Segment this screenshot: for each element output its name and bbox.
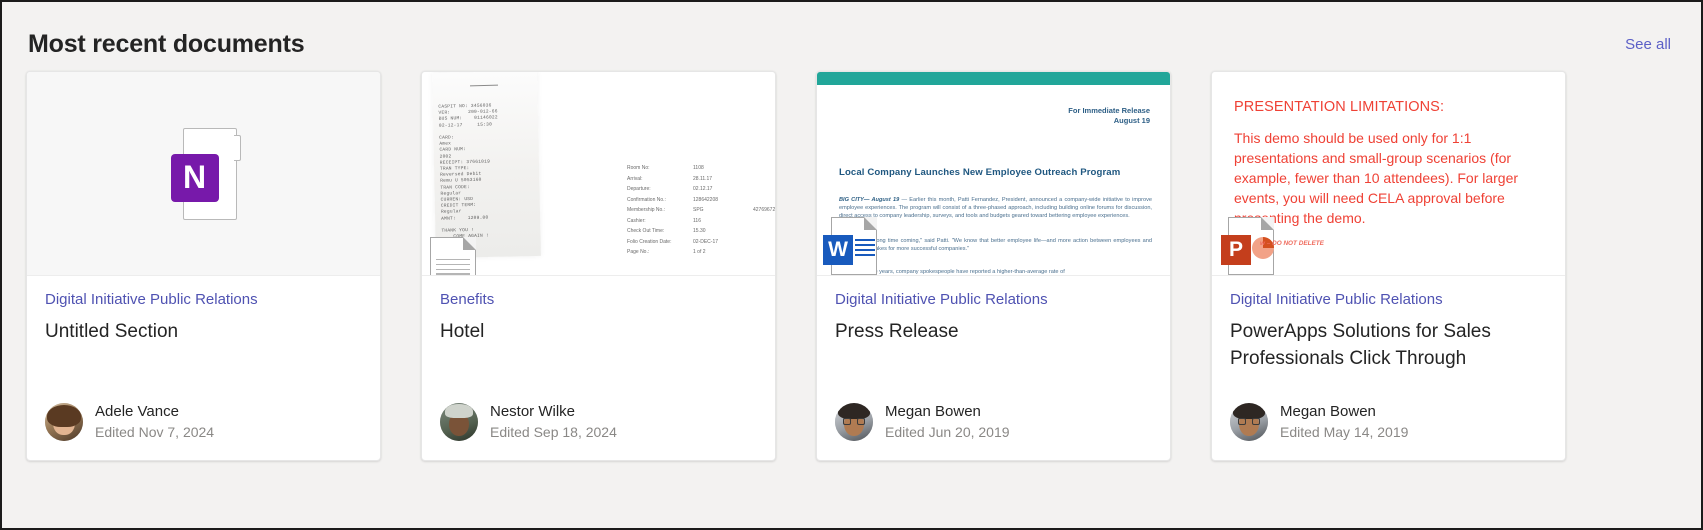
document-card-list: N Digital Initiative Public Relations Un… [2, 71, 1701, 461]
card-thumbnail: PRESENTATION LIMITATIONS: This demo shou… [1212, 72, 1565, 276]
press-release-heading: Local Company Launches New Employee Outr… [839, 167, 1121, 178]
press-release-paragraph: s has been a long time coming," said Pat… [839, 238, 1152, 253]
card-edited-date: Edited Nov 7, 2024 [95, 424, 215, 440]
press-release-paragraph: In the last three years, company spokesp… [839, 269, 1065, 275]
slide-body-text: This demo should be used only for 1:1 pr… [1234, 130, 1519, 226]
card-edited-date: Edited Sep 18, 2024 [490, 424, 617, 440]
card-site-link[interactable]: Digital Initiative Public Relations [45, 290, 362, 309]
card-footer: Megan Bowen Edited May 14, 2019 [1212, 402, 1565, 460]
card-title: Hotel [440, 321, 485, 342]
word-file-icon: W [823, 216, 878, 275]
recent-documents-panel: Most recent documents See all N Digital … [0, 0, 1703, 530]
file-document-icon [430, 236, 477, 275]
table-row: Folio Creation Date: 02-DEC-17 [627, 238, 719, 245]
table-row: Confirmation No.: 128642208 [627, 196, 719, 203]
avatar [440, 403, 478, 441]
card-body: Digital Initiative Public Relations Powe… [1212, 276, 1565, 402]
card-site-link[interactable]: Benefits [440, 290, 757, 309]
table-row: Arrival: 28.11.17 [627, 175, 713, 182]
card-site-link[interactable]: Digital Initiative Public Relations [835, 290, 1152, 309]
card-body: Digital Initiative Public Relations Unti… [27, 276, 380, 402]
card-footer: Nestor Wilke Edited Sep 18, 2024 [422, 402, 775, 460]
card-thumbnail: For Immediate Release August 19 Local Co… [817, 72, 1170, 276]
card-title: Press Release [835, 321, 959, 342]
card-body: Benefits Hotel [422, 276, 775, 402]
press-release-paragraph: BIG CITY— August 19 — Earlier this month… [839, 197, 1152, 220]
powerpoint-icon-letter: P [1221, 235, 1251, 265]
onenote-icon-letter: N [170, 153, 219, 202]
table-row: Cashier: 116 [627, 217, 701, 224]
press-release-header: For Immediate Release August 19 [1068, 106, 1150, 125]
card-thumbnail: N [27, 72, 380, 276]
card-author: Megan Bowen [885, 403, 981, 420]
see-all-link[interactable]: See all [1625, 36, 1675, 53]
document-card[interactable]: CASPIT NO: 3456036 VER: 200-012-66 BUS N… [421, 71, 776, 461]
table-row: Room No: 1108 [627, 165, 704, 171]
word-document-preview: For Immediate Release August 19 Local Co… [817, 72, 1170, 275]
onenote-icon: N [170, 127, 241, 220]
card-site-link[interactable]: Digital Initiative Public Relations [1230, 290, 1547, 309]
document-card[interactable]: N Digital Initiative Public Relations Un… [26, 71, 381, 461]
card-author: Adele Vance [95, 403, 179, 420]
table-row: Membership No.: SPG 42769672368 [627, 207, 775, 213]
avatar [1230, 403, 1268, 441]
powerpoint-slide-preview: PRESENTATION LIMITATIONS: This demo shou… [1212, 72, 1565, 275]
glasses-icon [843, 418, 865, 425]
card-title: Untitled Section [45, 321, 179, 342]
card-body: Digital Initiative Public Relations Pres… [817, 276, 1170, 402]
table-row: Page No.: 1 of 2 [627, 249, 706, 255]
card-edited-date: Edited May 14, 2019 [1280, 424, 1409, 440]
card-thumbnail: CASPIT NO: 3456036 VER: 200-012-66 BUS N… [422, 72, 775, 276]
avatar [835, 403, 873, 441]
document-card[interactable]: For Immediate Release August 19 Local Co… [816, 71, 1171, 461]
slide-note: w – DO NOT DELETE [1260, 240, 1324, 247]
section-header: Most recent documents See all [2, 2, 1701, 68]
card-author: Nestor Wilke [490, 403, 576, 420]
word-icon-letter: W [823, 235, 853, 265]
receipt-field-table: Room No: 1108 Arrival: 28.11.17 Departur… [627, 163, 775, 258]
card-author: Megan Bowen [1280, 403, 1376, 420]
card-footer: Megan Bowen Edited Jun 20, 2019 [817, 402, 1170, 460]
avatar [45, 403, 83, 441]
card-footer: Adele Vance Edited Nov 7, 2024 [27, 402, 380, 460]
card-title: PowerApps Solutions for Sales Profession… [1230, 321, 1491, 369]
receipt-preview: CASPIT NO: 3456036 VER: 200-012-66 BUS N… [422, 72, 775, 275]
table-row: Departure: 02.12.17 [627, 186, 713, 192]
accent-band [817, 72, 1170, 85]
card-edited-date: Edited Jun 20, 2019 [885, 424, 1010, 440]
glasses-icon [1238, 418, 1260, 425]
document-card[interactable]: PRESENTATION LIMITATIONS: This demo shou… [1211, 71, 1566, 461]
page-title: Most recent documents [28, 29, 305, 58]
table-row: Check Out Time: 15.30 [627, 228, 706, 234]
slide-title: PRESENTATION LIMITATIONS: [1234, 99, 1445, 115]
receipt-mono-text: CASPIT NO: 3456036 VER: 200-012-66 BUS N… [438, 103, 498, 239]
